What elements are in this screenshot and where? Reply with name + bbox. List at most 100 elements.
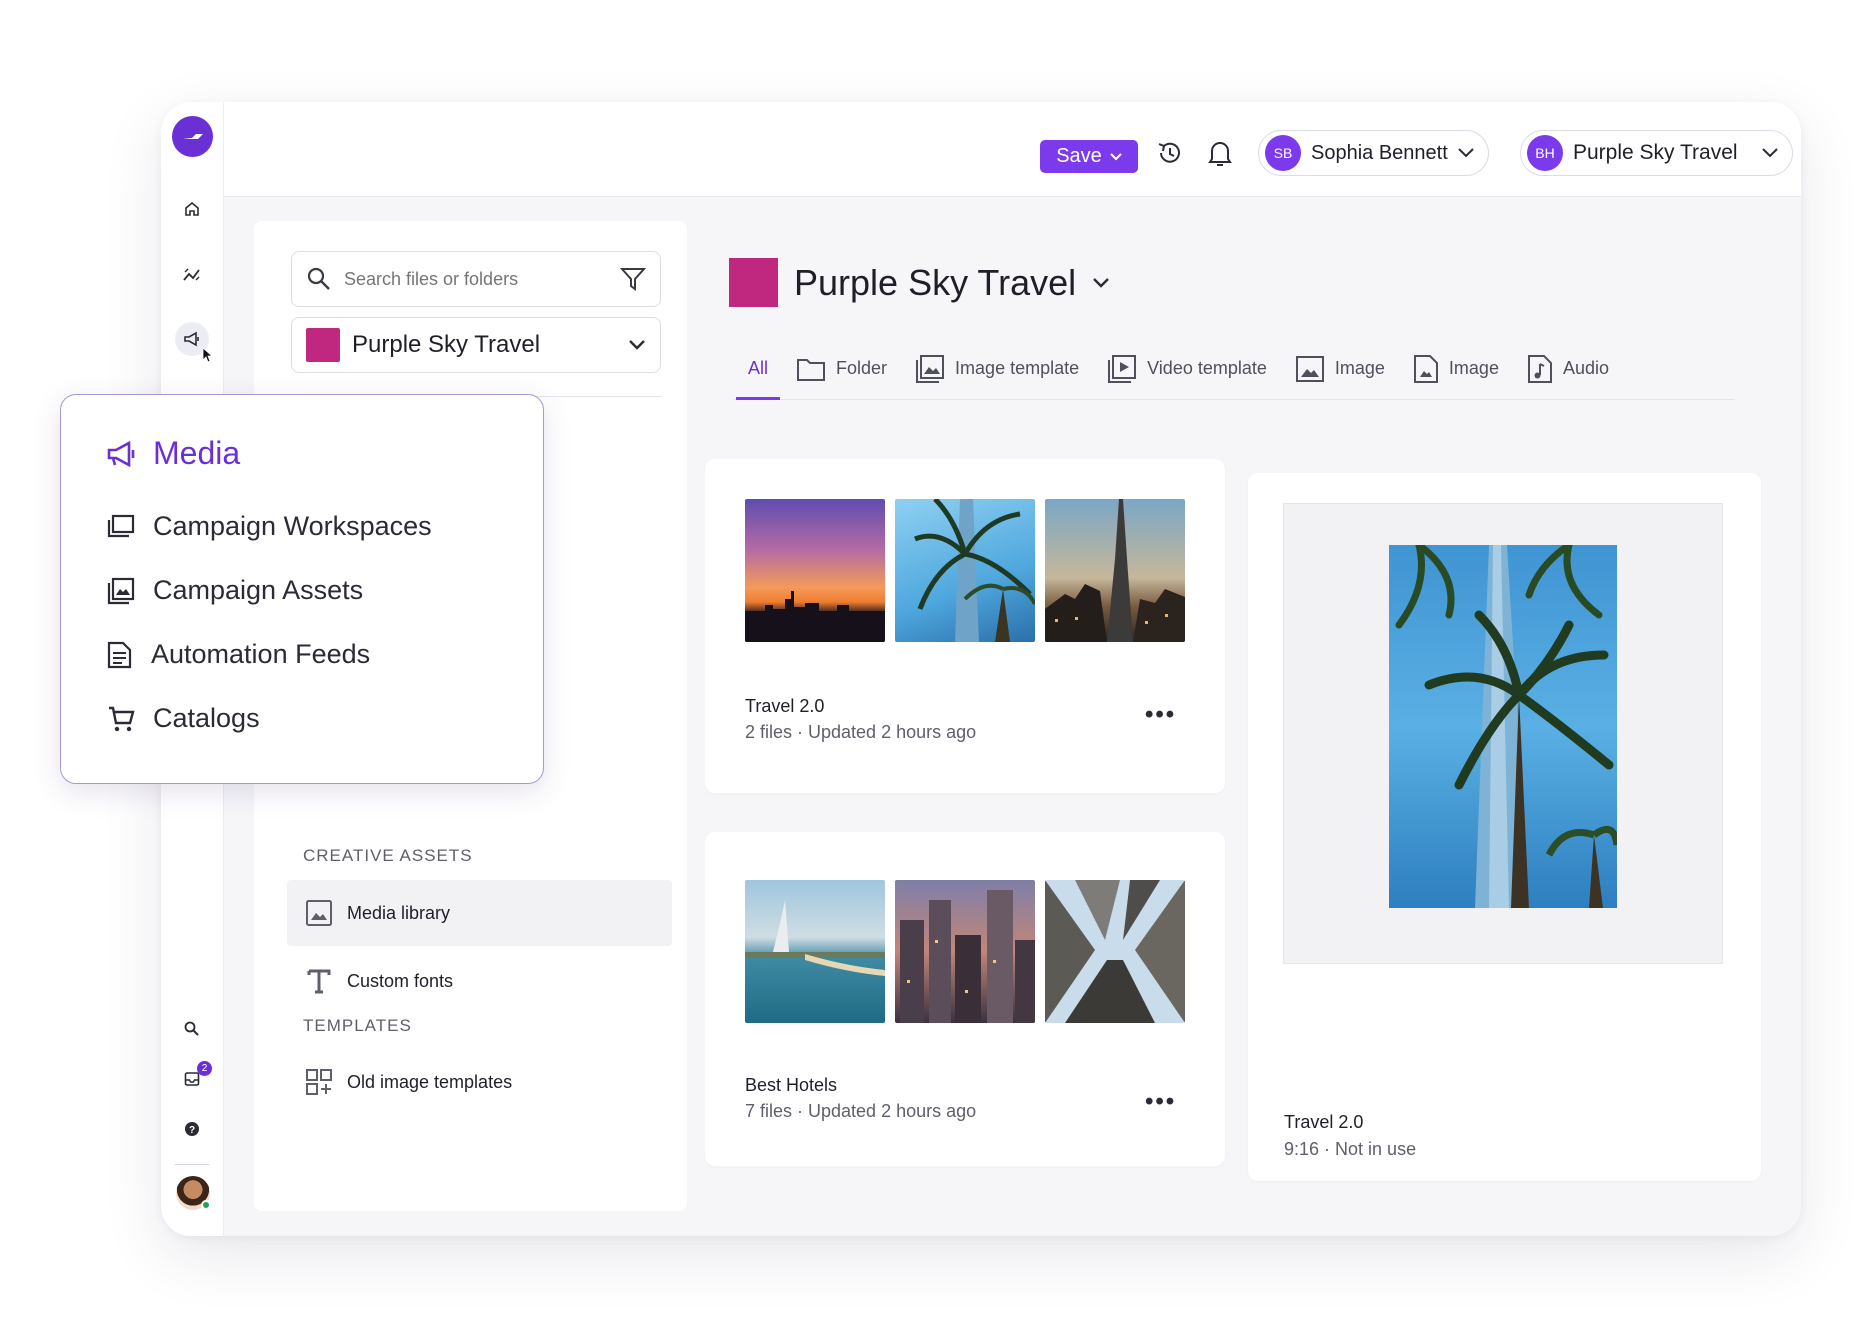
templates-heading: TEMPLATES — [303, 1016, 412, 1035]
folder-icon — [797, 358, 826, 381]
folder-thumbnail — [1045, 880, 1185, 1023]
audio-file-icon — [1527, 354, 1552, 383]
nav-custom-fonts-label: Custom fonts — [347, 970, 454, 991]
folder-card[interactable]: Best Hotels 7 files · Updated 2 hours ag… — [705, 832, 1225, 1166]
image-icon — [306, 900, 332, 926]
chevron-down-icon — [1761, 148, 1778, 158]
page-title-text: Purple Sky Travel — [794, 261, 1077, 303]
workspaces-icon — [107, 514, 135, 537]
tab-image-file[interactable]: Image — [1399, 338, 1513, 399]
user-name: Sophia Bennett — [1311, 141, 1448, 164]
brand-select[interactable]: Purple Sky Travel — [291, 317, 661, 373]
app-logo[interactable] — [172, 116, 213, 157]
preview-image — [1389, 545, 1617, 908]
folder-thumbnail — [895, 499, 1035, 642]
popover-title: Media — [107, 435, 240, 472]
folder-subtitle: 2 files · Updated 2 hours ago — [745, 722, 977, 742]
brand-swatch — [306, 328, 340, 362]
home-icon[interactable] — [179, 196, 205, 222]
image-template-icon — [107, 577, 135, 604]
tab-folder[interactable]: Folder — [782, 338, 901, 399]
video-template-icon — [1108, 354, 1137, 383]
folder-thumbnail — [745, 499, 885, 642]
nav-custom-fonts[interactable]: Custom fonts — [287, 948, 672, 1014]
brand-swatch — [729, 258, 778, 307]
creative-assets-heading: CREATIVE ASSETS — [303, 846, 473, 865]
folder-thumbnail — [1045, 499, 1185, 642]
image-file-icon — [1413, 354, 1438, 383]
search-icon — [307, 267, 330, 290]
user-initials: SB — [1265, 135, 1301, 171]
chevron-down-icon — [1458, 148, 1474, 158]
menu-item-label: Campaign Workspaces — [153, 511, 432, 541]
online-status-dot — [201, 1200, 211, 1210]
user-menu[interactable]: SB Sophia Bennett — [1258, 130, 1489, 176]
nav-media-library[interactable]: Media library — [287, 880, 672, 946]
save-button[interactable]: Save — [1040, 140, 1138, 173]
tab-label: Video template — [1147, 358, 1267, 378]
analytics-icon[interactable] — [179, 262, 205, 288]
tab-label: Image template — [955, 358, 1080, 378]
tab-label: Image — [1334, 358, 1385, 378]
more-options-icon[interactable]: ••• — [1145, 701, 1176, 729]
text-font-icon — [307, 969, 331, 994]
tab-image-template[interactable]: Image template — [901, 338, 1093, 399]
image-template-icon — [916, 354, 945, 383]
top-bar: Save SB Sophia Bennett BH Purple Sky Tra… — [224, 102, 1801, 197]
tab-label: Folder — [836, 358, 888, 378]
menu-item-catalogs[interactable]: Catalogs — [107, 703, 260, 734]
brand-name: Purple Sky Travel — [1573, 141, 1738, 164]
tab-label: All — [748, 358, 769, 378]
preview-title: Travel 2.0 — [1284, 1112, 1364, 1132]
megaphone-icon — [107, 440, 135, 467]
help-icon[interactable]: ? — [179, 1116, 205, 1142]
tab-audio[interactable]: Audio — [1513, 338, 1623, 399]
menu-item-automation-feeds[interactable]: Automation Feeds — [107, 639, 370, 670]
preview-subtitle: 9:16 · Not in use — [1284, 1139, 1417, 1159]
filter-icon[interactable] — [620, 266, 646, 292]
notification-count-badge: 2 — [197, 1061, 212, 1076]
nav-media-library-label: Media library — [347, 902, 451, 923]
popover-title-text: Media — [153, 435, 241, 471]
nav-old-image-templates[interactable]: Old image templates — [287, 1049, 672, 1115]
brand-select-label: Purple Sky Travel — [352, 331, 541, 358]
menu-item-campaign-workspaces[interactable]: Campaign Workspaces — [107, 511, 432, 542]
search-box — [291, 251, 661, 307]
menu-item-label: Campaign Assets — [153, 575, 364, 605]
menu-item-label: Catalogs — [153, 703, 260, 733]
brand-initials: BH — [1527, 135, 1563, 171]
folder-thumbnail — [895, 880, 1035, 1023]
search-input[interactable] — [344, 268, 608, 290]
folder-card[interactable]: Travel 2.0 2 files · Updated 2 hours ago… — [705, 459, 1225, 793]
tab-label: Audio — [1562, 358, 1609, 378]
brand-menu[interactable]: BH Purple Sky Travel — [1520, 130, 1793, 176]
rail-divider — [175, 1164, 209, 1165]
history-icon[interactable] — [1153, 136, 1187, 170]
menu-item-label: Automation Feeds — [151, 639, 371, 669]
folder-title: Travel 2.0 — [745, 696, 825, 716]
bell-icon[interactable] — [1203, 136, 1237, 170]
tab-label: Image — [1448, 358, 1499, 378]
image-icon — [1295, 355, 1324, 382]
folder-title: Best Hotels — [745, 1075, 838, 1095]
media-popover: Media Campaign Workspaces Campaign Asset… — [60, 394, 544, 784]
tab-video-template[interactable]: Video template — [1093, 338, 1281, 399]
menu-item-campaign-assets[interactable]: Campaign Assets — [107, 575, 363, 606]
more-options-icon[interactable]: ••• — [1145, 1088, 1176, 1116]
shopping-cart-icon — [109, 706, 135, 731]
search-icon[interactable] — [179, 1016, 205, 1042]
folder-thumbnail — [745, 880, 885, 1023]
type-filter-tabs: All Folder Image template Video template… — [734, 338, 1734, 400]
nav-old-image-templates-label: Old image templates — [347, 1071, 513, 1092]
chevron-down-icon — [629, 340, 645, 350]
tab-all[interactable]: All — [734, 338, 782, 400]
template-grid-icon — [306, 1069, 332, 1095]
chevron-down-icon — [1110, 152, 1122, 160]
document-icon — [107, 641, 132, 668]
page-title[interactable]: Purple Sky Travel — [729, 258, 1110, 307]
save-button-label: Save — [1056, 145, 1102, 167]
mouse-cursor-icon — [202, 347, 214, 368]
tab-image[interactable]: Image — [1281, 338, 1399, 399]
folder-subtitle: 7 files · Updated 2 hours ago — [745, 1101, 977, 1121]
chevron-down-icon — [1093, 277, 1109, 288]
